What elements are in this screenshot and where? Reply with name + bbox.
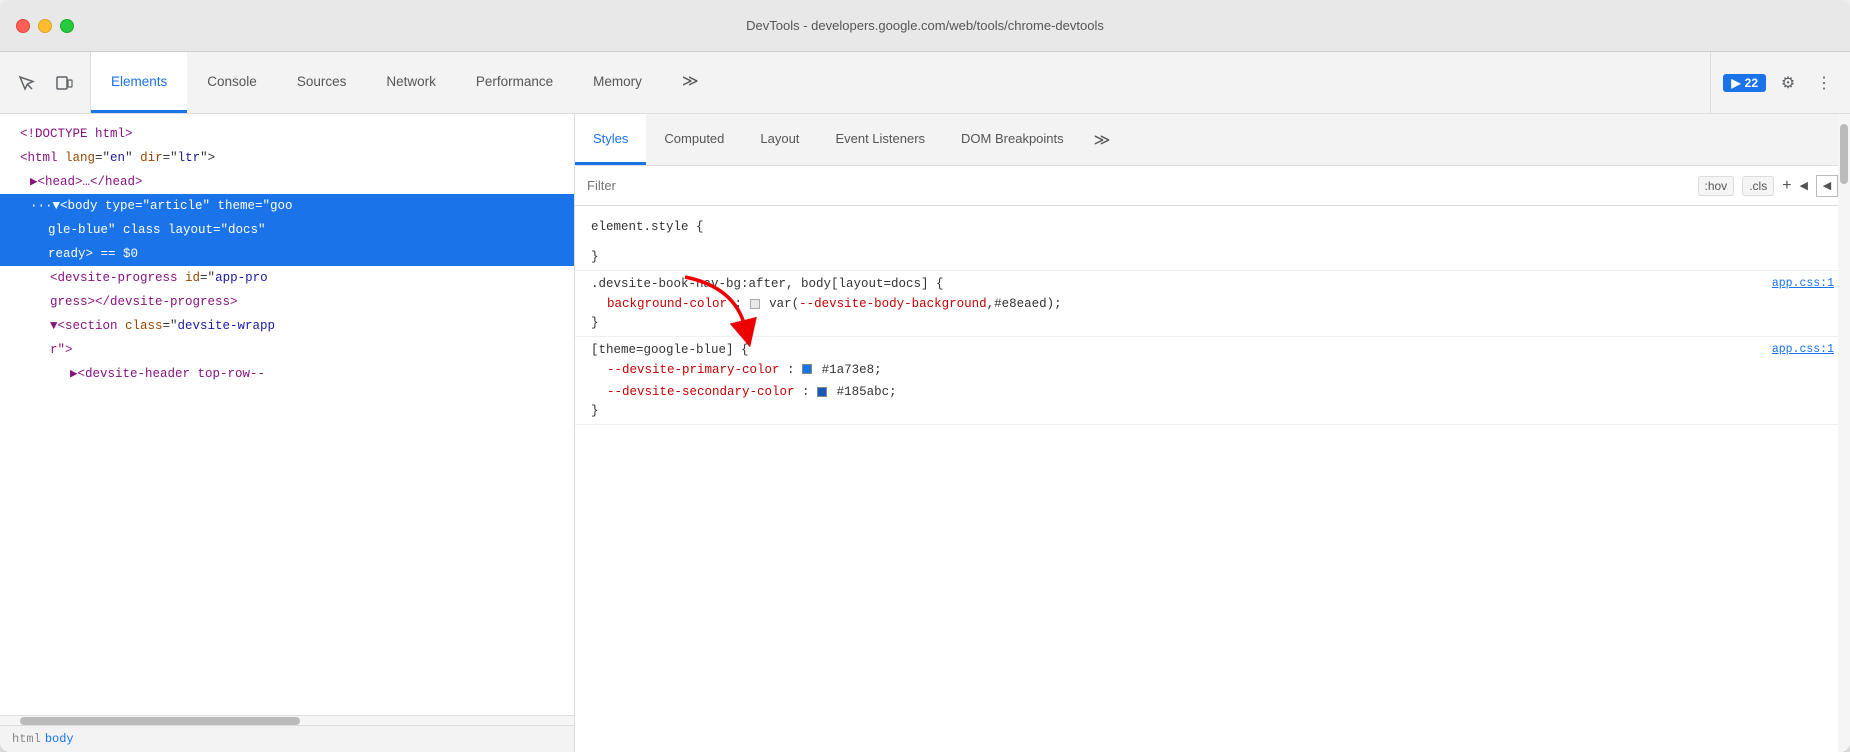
rule-closing-theme: } bbox=[591, 404, 1834, 418]
badge-icon: ▶ bbox=[1731, 76, 1740, 90]
top-toolbar: Elements Console Sources Network Perform… bbox=[0, 52, 1850, 114]
style-rule-theme: app.css:1 [theme=google-blue] { --devsit… bbox=[575, 337, 1850, 425]
dom-line-progress-cont: gress></devsite-progress> bbox=[0, 290, 574, 314]
rule-selector-devsite-book[interactable]: app.css:1 .devsite-book-nav-bg:after, bo… bbox=[591, 277, 1834, 291]
dom-line-body-cont2[interactable]: ready> == $0 bbox=[0, 242, 574, 266]
dom-line-head: ▶<head>…</head> bbox=[0, 170, 574, 194]
tab-elements[interactable]: Elements bbox=[91, 52, 187, 113]
subtab-layout[interactable]: Layout bbox=[742, 114, 817, 165]
window-title: DevTools - developers.google.com/web/too… bbox=[746, 18, 1104, 33]
top-tabs: Elements Console Sources Network Perform… bbox=[91, 52, 1710, 113]
rule-property-bg: background-color : var(--devsite-body-ba… bbox=[591, 293, 1834, 316]
filter-actions: :hov .cls + ◀ ◀ bbox=[1698, 175, 1839, 197]
breadcrumb-bar: html body bbox=[0, 725, 574, 752]
tab-console[interactable]: Console bbox=[187, 52, 277, 113]
rule-source-theme[interactable]: app.css:1 bbox=[1772, 343, 1834, 356]
filter-input[interactable] bbox=[587, 178, 1698, 193]
toggle-sidebar-icon[interactable]: ◀ bbox=[1800, 179, 1808, 192]
maximize-button[interactable] bbox=[60, 19, 74, 33]
subtab-styles[interactable]: Styles bbox=[575, 114, 646, 165]
color-swatch-bg[interactable] bbox=[750, 299, 760, 309]
dom-horizontal-scrollbar[interactable] bbox=[0, 715, 574, 725]
add-style-rule-button[interactable]: + bbox=[1782, 177, 1791, 195]
settings-icon[interactable]: ⚙ bbox=[1774, 69, 1802, 97]
color-swatch-secondary[interactable] bbox=[817, 387, 827, 397]
tab-memory[interactable]: Memory bbox=[573, 52, 662, 113]
badge-count: 22 bbox=[1745, 76, 1758, 90]
inspect-element-icon[interactable] bbox=[12, 69, 40, 97]
dom-tree[interactable]: <!DOCTYPE html> <html lang="en" dir="ltr… bbox=[0, 114, 574, 715]
dom-line-progress: <devsite-progress id="app-pro bbox=[0, 266, 574, 290]
sub-tabs: Styles Computed Layout Event Listeners D… bbox=[575, 114, 1850, 166]
subtab-computed[interactable]: Computed bbox=[646, 114, 742, 165]
minimize-button[interactable] bbox=[38, 19, 52, 33]
console-badge[interactable]: ▶ 22 bbox=[1723, 74, 1766, 92]
device-toolbar-icon[interactable] bbox=[50, 69, 78, 97]
devtools-window: DevTools - developers.google.com/web/too… bbox=[0, 0, 1850, 752]
subtab-dom-breakpoints[interactable]: DOM Breakpoints bbox=[943, 114, 1082, 165]
toolbar-right: ▶ 22 ⚙ ⋮ bbox=[1710, 52, 1850, 113]
dom-scrollbar-thumb[interactable] bbox=[20, 717, 300, 725]
styles-scrollbar-thumb[interactable] bbox=[1840, 124, 1848, 184]
traffic-lights bbox=[16, 19, 74, 33]
style-rule-devsite-book: app.css:1 .devsite-book-nav-bg:after, bo… bbox=[575, 271, 1850, 337]
tab-sources[interactable]: Sources bbox=[277, 52, 367, 113]
dom-panel: <!DOCTYPE html> <html lang="en" dir="ltr… bbox=[0, 114, 575, 752]
styles-content[interactable]: element.style { } app.css:1 .d bbox=[575, 206, 1850, 752]
breadcrumb-body[interactable]: body bbox=[45, 732, 74, 746]
close-button[interactable] bbox=[16, 19, 30, 33]
subtab-more-icon[interactable]: ≫ bbox=[1082, 114, 1123, 165]
dom-line-header: ▶<devsite-header top-row-- bbox=[0, 362, 574, 386]
tab-network[interactable]: Network bbox=[366, 52, 456, 113]
tab-performance[interactable]: Performance bbox=[456, 52, 573, 113]
main-content: <!DOCTYPE html> <html lang="en" dir="ltr… bbox=[0, 114, 1850, 752]
rule-closing-devsite-book: } bbox=[591, 316, 1834, 330]
rule-selector-element[interactable]: element.style { bbox=[591, 220, 1834, 234]
dom-line-doctype: <!DOCTYPE html> bbox=[0, 122, 574, 146]
devtools-container: Elements Console Sources Network Perform… bbox=[0, 52, 1850, 752]
dom-line-body-cont1[interactable]: gle-blue" class layout="docs" bbox=[0, 218, 574, 242]
cls-button[interactable]: .cls bbox=[1742, 176, 1774, 196]
breadcrumb-html[interactable]: html bbox=[12, 732, 41, 746]
collapse-icon[interactable]: ◀ bbox=[1816, 175, 1838, 197]
style-rule-element: element.style { } bbox=[575, 214, 1850, 271]
title-bar: DevTools - developers.google.com/web/too… bbox=[0, 0, 1850, 52]
styles-panel: Styles Computed Layout Event Listeners D… bbox=[575, 114, 1850, 752]
rule-selector-theme[interactable]: app.css:1 [theme=google-blue] { bbox=[591, 343, 1834, 357]
rule-source-devsite-book[interactable]: app.css:1 bbox=[1772, 277, 1834, 290]
tab-more[interactable]: ≫ bbox=[662, 52, 719, 113]
hov-button[interactable]: :hov bbox=[1698, 176, 1735, 196]
dom-line-section-cont: r"> bbox=[0, 338, 574, 362]
toolbar-icon-group bbox=[0, 52, 91, 113]
rule-property-primary: --devsite-primary-color : #1a73e8; bbox=[591, 359, 1834, 382]
dom-line-body[interactable]: ···▼<body type="article" theme="goo bbox=[0, 194, 574, 218]
rule-closing-element: } bbox=[591, 250, 1834, 264]
more-options-icon[interactable]: ⋮ bbox=[1810, 69, 1838, 97]
dom-line-section: ▼<section class="devsite-wrapp bbox=[0, 314, 574, 338]
rule-body-element bbox=[591, 236, 1834, 250]
subtab-event-listeners[interactable]: Event Listeners bbox=[817, 114, 943, 165]
styles-scrollbar[interactable] bbox=[1838, 114, 1850, 752]
more-tabs-icon: ≫ bbox=[682, 71, 699, 91]
filter-bar: :hov .cls + ◀ ◀ bbox=[575, 166, 1850, 206]
dom-line-html: <html lang="en" dir="ltr"> bbox=[0, 146, 574, 170]
color-swatch-primary[interactable] bbox=[802, 364, 812, 374]
rule-property-secondary: --devsite-secondary-color : #185abc; bbox=[591, 381, 1834, 404]
